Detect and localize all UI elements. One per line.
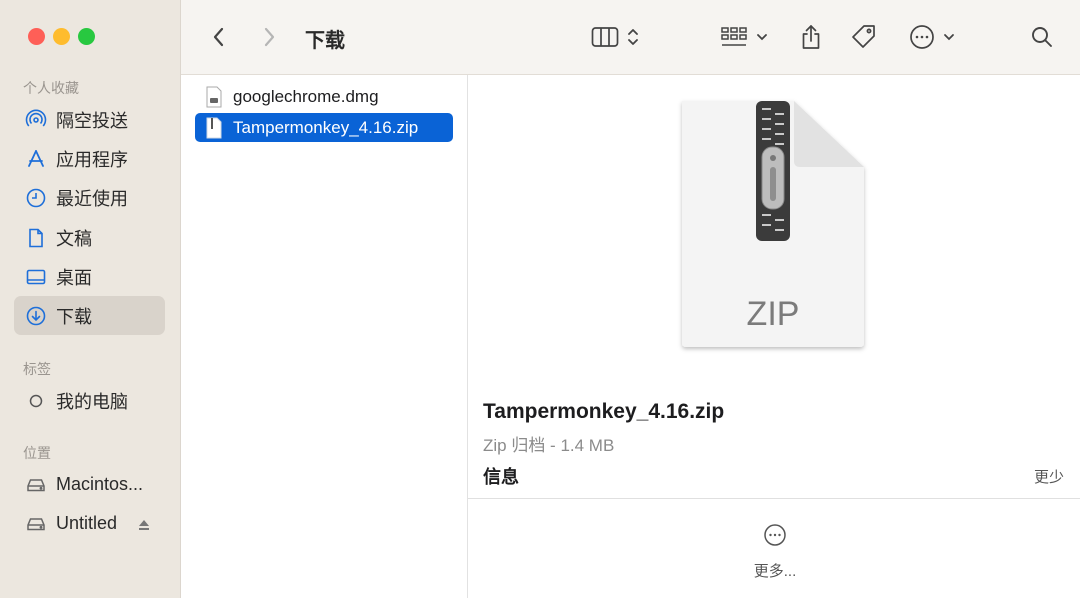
back-icon [211, 25, 227, 49]
preview-file-kind: Zip 归档 - 1.4 MB [483, 436, 615, 455]
column-view-icon [591, 26, 619, 48]
group-grid-icon [720, 25, 748, 49]
sidebar-item-applications[interactable]: 应用程序 [14, 139, 165, 178]
tag-button[interactable] [850, 22, 878, 52]
share-button[interactable] [800, 22, 822, 52]
sidebar-item-tag-mypc[interactable]: 我的电脑 [14, 381, 165, 420]
document-icon [24, 226, 48, 250]
tag-circle-icon [24, 389, 48, 413]
zip-file-icon [205, 117, 223, 139]
sidebar-item-label: Untitled [56, 513, 118, 533]
disk-icon [24, 512, 48, 536]
file-name: googlechrome.dmg [233, 86, 379, 106]
file-row[interactable]: googlechrome.dmg [195, 82, 453, 111]
divider [468, 498, 1080, 499]
show-less-link[interactable]: 更少 [1034, 466, 1064, 487]
tag-icon [850, 23, 878, 51]
sidebar-item-label: 应用程序 [56, 149, 128, 170]
toolbar: 下载 [181, 0, 1080, 75]
share-icon [800, 23, 822, 51]
forward-icon [261, 25, 277, 49]
window-title: 下载 [305, 30, 345, 52]
group-button[interactable] [720, 22, 768, 52]
favorites-section-label: 个人收藏 [23, 80, 79, 96]
file-row-selected[interactable]: Tampermonkey_4.16.zip [195, 113, 453, 142]
clock-icon [24, 186, 48, 210]
zip-icon-label: ZIP [747, 295, 800, 333]
more-label: 更多... [753, 563, 797, 580]
chevron-down-icon [943, 32, 955, 42]
back-button[interactable] [211, 22, 227, 52]
more-button[interactable]: 更多... [740, 523, 810, 581]
minimize-window-button[interactable] [53, 28, 70, 45]
search-button[interactable] [1030, 22, 1054, 52]
sidebar-item-label: 我的电脑 [56, 391, 128, 412]
locations-section-label: 位置 [23, 445, 51, 461]
applications-icon [24, 147, 48, 171]
dmg-file-icon [205, 86, 223, 108]
desktop-icon [24, 265, 48, 289]
eject-icon[interactable] [137, 516, 151, 537]
info-section-title: 信息 [483, 467, 519, 487]
sidebar-item-label: 隔空投送 [56, 110, 128, 131]
chevron-down-icon [756, 32, 768, 42]
download-icon [24, 304, 48, 328]
sidebar-item-documents[interactable]: 文稿 [14, 218, 165, 257]
sidebar-item-label: 文稿 [56, 228, 92, 249]
sidebar-item-label: 桌面 [56, 267, 92, 288]
sidebar-item-recents[interactable]: 最近使用 [14, 178, 165, 217]
sidebar-item-untitled[interactable]: Untitled [14, 504, 165, 543]
sidebar-item-macintosh-hd[interactable]: Macintos... [14, 465, 165, 504]
sidebar-item-label: 最近使用 [56, 188, 128, 209]
more-actions-button[interactable] [909, 22, 955, 52]
close-window-button[interactable] [28, 28, 45, 45]
sidebar-item-label: Macintos... [56, 474, 144, 494]
sidebar-item-label: 下载 [56, 306, 92, 327]
sidebar: 个人收藏 隔空投送 应用程序 最近使用 文稿 桌面 下载 标签 我的电脑 位置 … [0, 0, 181, 598]
sidebar-item-airdrop[interactable]: 隔空投送 [14, 100, 165, 139]
window-controls [28, 28, 95, 45]
view-mode-button[interactable] [591, 22, 639, 52]
search-icon [1030, 25, 1054, 49]
preview-file-name: Tampermonkey_4.16.zip [483, 400, 725, 423]
preview-pane: ZIP Tampermonkey_4.16.zip Zip 归档 - 1.4 M… [468, 75, 1080, 598]
forward-button[interactable] [261, 22, 277, 52]
tags-section-label: 标签 [23, 361, 51, 377]
disk-icon [24, 473, 48, 497]
airdrop-icon [24, 108, 48, 132]
sidebar-item-downloads[interactable]: 下载 [14, 296, 165, 335]
sort-stepper-icon [627, 26, 639, 48]
more-icon [909, 24, 935, 50]
more-icon [763, 524, 787, 551]
file-list: googlechrome.dmg Tampermonkey_4.16.zip [181, 75, 468, 598]
file-name: Tampermonkey_4.16.zip [233, 117, 419, 137]
zoom-window-button[interactable] [78, 28, 95, 45]
sidebar-item-desktop[interactable]: 桌面 [14, 257, 165, 296]
zip-archive-icon: ZIP [682, 101, 864, 347]
